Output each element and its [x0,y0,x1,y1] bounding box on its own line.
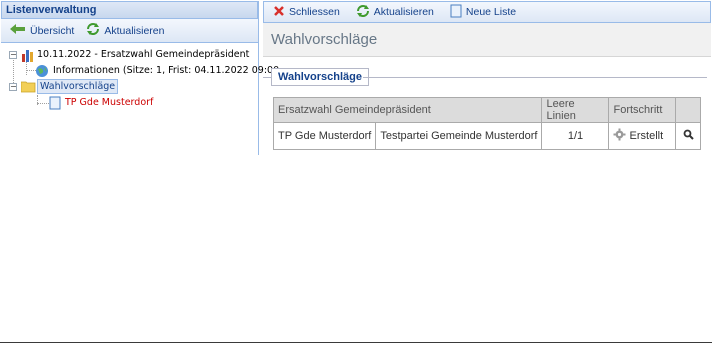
cell-short-name: TP Gde Musterdorf [272,122,377,150]
overview-label: Übersicht [30,24,75,37]
tree-view: − 10.11.2022 - Ersatzwahl Gemeindepräsid… [1,43,279,111]
fieldset-border [263,77,271,78]
bottom-divider [0,342,712,343]
proposals-label: Wahlvorschläge [37,79,119,94]
progress-status: Erstellt [629,129,664,142]
column-header-election[interactable]: Ersatzwahl Gemeindepräsident [272,97,543,123]
close-icon [273,5,285,20]
app-window: Listenverwaltung Übersicht Aktualisieren… [0,0,712,345]
right-refresh-button[interactable]: Aktualisieren [353,3,437,22]
election-label: 10.11.2022 - Ersatzwahl Gemeindepräsiden… [37,49,250,60]
new-list-button[interactable]: Neue Liste [447,3,519,22]
collapse-icon[interactable]: − [9,51,17,59]
overview-button[interactable]: Übersicht [7,23,77,38]
tree-node-info[interactable]: Informationen (Sitze: 1, Frist: 04.11.20… [1,63,279,79]
list-management-panel: Listenverwaltung Übersicht Aktualisieren… [1,1,279,155]
cell-action [675,122,702,150]
proposals-panel: Schliessen Aktualisieren Neue Liste Wahl… [263,1,711,155]
left-toolbar: Übersicht Aktualisieren [1,19,258,43]
tree-node-election[interactable]: − 10.11.2022 - Ersatzwahl Gemeindepräsid… [1,47,258,63]
page-title: Wahlvorschläge [263,23,711,57]
tree-node-list[interactable]: TP Gde Musterdorf [1,95,258,111]
panel-title: Listenverwaltung [1,1,258,19]
new-list-label: Neue Liste [465,6,517,18]
gear-icon [613,128,626,144]
column-header-empty-lines[interactable]: Leere Linien [541,97,610,123]
left-refresh-button[interactable]: Aktualisieren [83,21,167,40]
table-row[interactable]: TP Gde Musterdorf Testpartei Gemeinde Mu… [272,122,702,150]
cell-empty-lines: 1/1 [541,122,610,150]
new-document-icon [450,4,462,21]
arrow-left-icon [10,24,26,37]
refresh-label: Aktualisieren [104,24,165,37]
search-icon[interactable] [683,129,694,143]
info-label: Informationen (Sitze: 1, Frist: 04.11.20… [53,65,280,76]
fieldset-legend: Wahlvorschläge [271,68,369,86]
table-header-row: Ersatzwahl Gemeindepräsident Leere Linie… [272,97,702,123]
fieldset-border [363,77,707,78]
collapse-icon[interactable]: − [9,83,17,91]
list-item-label: TP Gde Musterdorf [65,97,154,108]
close-button[interactable]: Schliessen [270,4,343,21]
document-icon [49,96,61,116]
refresh-icon [356,4,370,21]
tree-node-proposals[interactable]: − Wahlvorschläge [1,79,258,95]
column-header-progress[interactable]: Fortschritt [608,97,677,123]
column-header-actions [675,97,702,123]
refresh-label: Aktualisieren [373,6,434,18]
refresh-icon [86,22,100,39]
proposals-table: Ersatzwahl Gemeindepräsident Leere Linie… [272,97,702,150]
close-label: Schliessen [289,6,340,18]
cell-full-name: Testpartei Gemeinde Musterdorf [375,122,543,150]
right-toolbar: Schliessen Aktualisieren Neue Liste [263,1,711,23]
cell-progress: Erstellt [608,122,677,150]
